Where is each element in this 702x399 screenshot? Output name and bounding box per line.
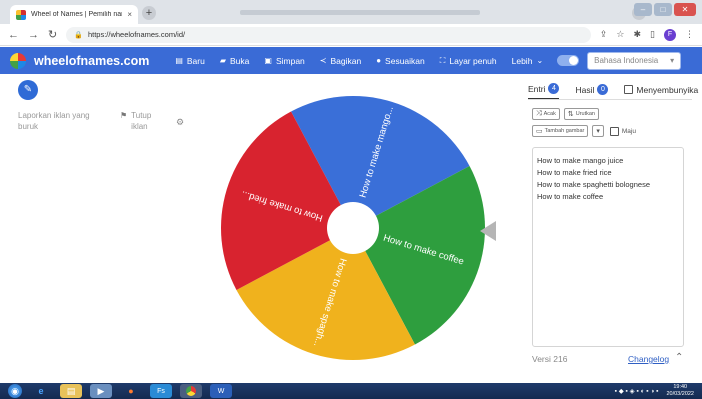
dark-mode-toggle[interactable] [557,55,580,66]
spin-wheel[interactable]: How to make mango...How to make coffeeHo… [221,96,485,360]
report-ad-link[interactable]: Laporkan iklan yang buruk [18,110,108,132]
menu-share[interactable]: ≺ Bagikan [320,56,361,66]
menu-fullscreen[interactable]: ⛶ Layar penuh [440,56,497,66]
new-tab-button[interactable]: + [142,6,156,20]
windows-taskbar: ◉ e ▤ ▶ ● Fs W ▪ ◆ ▪ ◈ ▪ ◐ ▪ ◑ ▪ 19:40 2… [0,383,702,399]
entry-tools: ⤨ Acak ⇅ Urutkan [532,108,599,120]
collapse-chevron-icon[interactable]: ⌃ [675,352,683,363]
main-menu: ▤ Baru ▰ Buka ▣ Simpan ≺ Bagikan ● Sesuaikan … [175,56,543,66]
results-count-badge: 0 [597,84,609,95]
ie-icon[interactable]: e [30,384,52,398]
word-icon[interactable]: W [210,384,232,398]
menu-customize[interactable]: ● Sesuaikan [376,56,425,66]
entries-textarea[interactable]: How to make mango juice How to make frie… [532,147,684,347]
menu-save[interactable]: ▣ Simpan [264,56,304,66]
minimize-icon[interactable]: – [634,3,652,16]
tab-close-icon[interactable]: × [127,10,132,19]
version-label: Versi 216 [532,354,568,364]
firefox-icon[interactable]: ● [120,384,142,398]
back-icon[interactable]: ← [8,29,19,41]
entry-line: How to make fried rice [537,168,612,177]
extensions-icon[interactable]: ✱ [634,29,642,40]
browser-tab-strip: Wheel of Names | Pemilih nama × + ⌄ – □ … [0,0,702,24]
entry-tools-secondary: ▭ Tambah gambar ▾ Maju [532,125,636,137]
hide-toggle[interactable]: Menyembunyika [624,83,698,100]
sort-button[interactable]: ⇅ Urutkan [563,108,599,120]
sidepanel-icon[interactable]: ▯ [650,29,655,40]
entry-line: How to make spaghetti bolognese [537,180,650,189]
wheel-center-hub[interactable] [327,202,379,254]
app-fs-icon[interactable]: Fs [150,384,172,398]
advanced-toggle[interactable]: Maju [609,126,636,136]
ad-settings-icon[interactable]: ⚙ [176,117,184,128]
image-icon: ▭ [536,128,543,135]
add-image-dropdown[interactable]: ▾ [592,125,604,137]
entry-line: How to make mango juice [537,156,624,165]
reload-icon[interactable]: ↻ [48,28,57,41]
file-icon: ▤ [175,56,183,65]
start-button-icon[interactable]: ◉ [8,384,22,398]
tray-clock[interactable]: 19:40 20/03/2022 [666,384,694,398]
profile-avatar[interactable]: F [664,28,676,41]
app-navbar: wheelofnames.com ▤ Baru ▰ Buka ▣ Simpan ≺ Ba… [0,47,702,74]
brand-name[interactable]: wheelofnames.com [34,54,149,68]
share-icon: ≺ [319,56,327,65]
palette-icon: ● [376,56,382,65]
language-select[interactable]: Bahasa Indonesia ▾ [587,51,682,70]
chrome-icon[interactable] [180,384,202,398]
shuffle-icon: ⤨ [536,110,542,117]
forward-icon[interactable]: → [28,29,39,41]
share-page-icon[interactable]: ⇪ [600,29,608,40]
tab-results[interactable]: Hasil 0 [575,83,609,100]
kebab-menu-icon[interactable]: ⋮ [685,29,694,40]
window-controls: – □ ✕ [634,3,696,16]
panel-tabs: Entri 4 Hasil 0 Menyembunyika [528,83,698,100]
entries-count-badge: 4 [548,83,560,94]
dropdown-arrow-icon: ▾ [670,56,675,65]
omnibox[interactable]: 🔒 https://wheelofnames.com/id/ [66,26,591,43]
chevron-down-icon: ⌄ [536,56,544,65]
sort-icon: ⇅ [567,111,574,118]
tab-title: Wheel of Names | Pemilih nama [31,11,123,18]
fullscreen-icon: ⛶ [439,55,446,65]
explorer-icon[interactable]: ▤ [60,384,82,398]
add-image-button[interactable]: ▭ Tambah gambar [532,125,589,137]
menu-open[interactable]: ▰ Buka [220,56,250,66]
window-close-icon[interactable]: ✕ [674,3,696,16]
chevron-down-icon: ▾ [596,128,600,135]
wheel-pointer-icon [480,221,496,241]
system-tray: ▪ ◆ ▪ ◈ ▪ ◐ ▪ ◑ ▪ 19:40 20/03/2022 [615,384,694,398]
wheel-logo-icon [10,52,26,69]
entry-line: How to make coffee [537,192,604,201]
folder-icon: ▰ [219,56,227,65]
tab-divider [528,99,692,100]
save-icon: ▣ [264,56,272,65]
menu-new[interactable]: ▤ Baru [175,56,205,66]
media-icon[interactable]: ▶ [90,384,112,398]
advanced-checkbox[interactable] [609,126,619,136]
changelog-link[interactable]: Changelog [628,354,669,364]
browser-tab[interactable]: Wheel of Names | Pemilih nama × [10,5,138,24]
favicon-icon [16,9,26,20]
url-text: https://wheelofnames.com/id/ [87,30,186,39]
edit-pencil-button[interactable]: ✎ [18,80,38,100]
tab-entries[interactable]: Entri 4 [528,83,560,100]
blurred-title-bar [240,10,480,15]
flag-icon: ⚑ [120,111,128,120]
lock-icon: 🔒 [74,31,83,39]
shuffle-button[interactable]: ⤨ Acak [532,108,560,120]
maximize-icon[interactable]: □ [654,3,672,16]
tray-icons[interactable]: ▪ ◆ ▪ ◈ ▪ ◐ ▪ ◑ ▪ [615,387,659,395]
address-bar: ← → ↻ 🔒 https://wheelofnames.com/id/ ⇪ ☆… [0,24,702,46]
hide-checkbox[interactable] [624,85,634,94]
bookmark-star-icon[interactable]: ☆ [616,29,624,40]
menu-more[interactable]: Lebih ⌄ [512,56,544,66]
close-ad-link[interactable]: ⚑ Tutup iklan [120,110,163,132]
